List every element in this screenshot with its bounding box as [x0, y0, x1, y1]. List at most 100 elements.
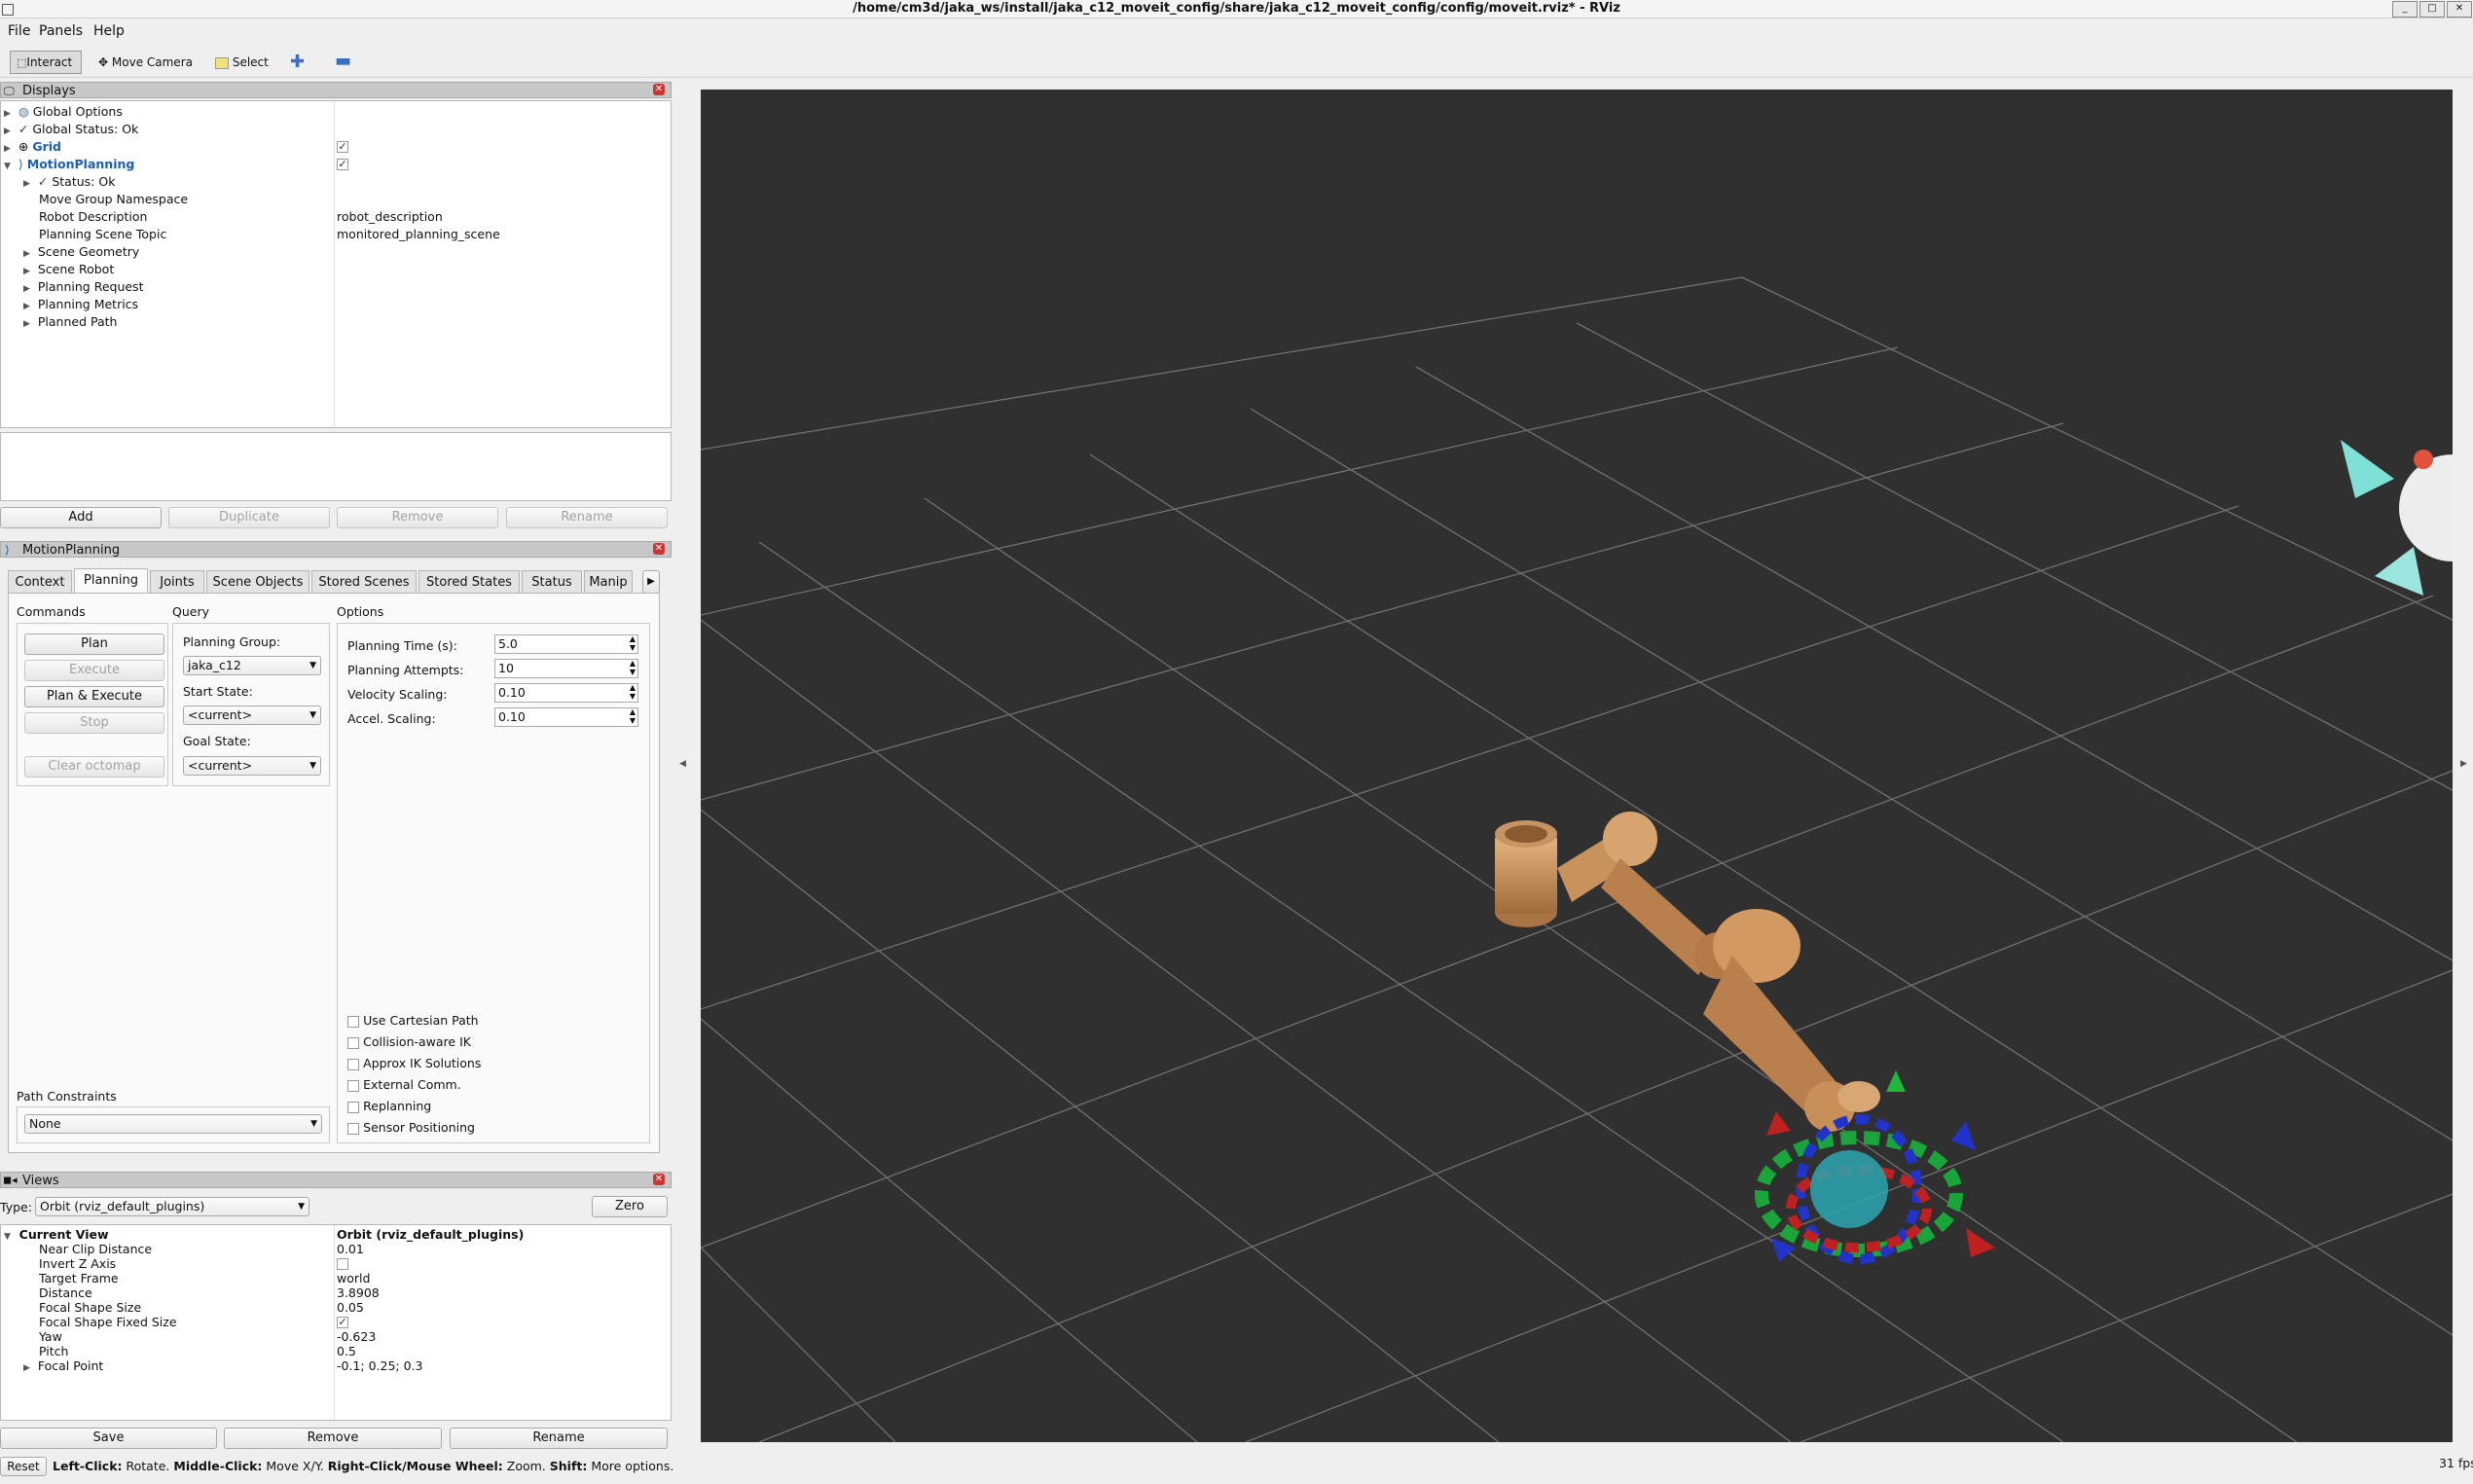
tree-row-global-status[interactable]: ▶ ✓ Global Status: Ok — [4, 121, 138, 138]
expand-arrow-icon[interactable]: ▶ — [23, 267, 30, 276]
scene-svg[interactable] — [700, 90, 2473, 1443]
focal-shape-size-value[interactable]: 0.05 — [337, 1299, 364, 1317]
focal-point-row[interactable]: ▶ Focal Point — [23, 1357, 103, 1375]
tab-joints[interactable]: Joints — [150, 570, 204, 594]
motionplanning-close-icon[interactable]: ✕ — [653, 543, 665, 555]
replanning-checkbox[interactable] — [347, 1101, 359, 1113]
close-window-button[interactable]: ✕ — [2447, 1, 2472, 18]
robot-description-value[interactable]: robot_description — [337, 208, 443, 226]
menu-panels[interactable]: Panels — [39, 23, 83, 39]
move-camera-tool-button[interactable]: ✥ Move Camera — [91, 51, 212, 74]
tree-row-move-group-namespace[interactable]: Move Group Namespace — [39, 191, 188, 208]
expand-arrow-icon[interactable]: ▶ — [23, 1363, 30, 1373]
tree-row-robot-description[interactable]: Robot Description — [39, 208, 147, 226]
tab-manipulation[interactable]: Manip — [584, 570, 633, 594]
expand-arrow-icon[interactable]: ▶ — [23, 302, 30, 311]
tree-row-planning-metrics[interactable]: ▶ Planning Metrics — [23, 296, 138, 313]
focal-shape-fixed-size-checkbox[interactable]: ✓ — [337, 1317, 348, 1328]
grid-enabled-checkbox[interactable]: ✓ — [337, 141, 348, 153]
robot-arm-model[interactable] — [1495, 812, 1880, 1132]
minimize-button[interactable]: _ — [2392, 1, 2418, 18]
collapse-panel-right-icon[interactable]: ▶ — [2460, 759, 2467, 769]
near-clip-distance-value[interactable]: 0.01 — [337, 1241, 364, 1258]
use-cartesian-path-option[interactable]: Use Cartesian Path — [347, 1013, 479, 1029]
planning-scene-topic-value[interactable]: monitored_planning_scene — [337, 226, 500, 243]
planning-group-select[interactable]: jaka_c12 ▼ — [183, 656, 321, 675]
add-tool-icon[interactable]: ✚ — [290, 52, 305, 72]
expand-arrow-icon[interactable]: ▶ — [4, 127, 11, 136]
tree-row-planned-path[interactable]: ▶ Planned Path — [23, 313, 117, 331]
spinner-arrows-icon[interactable]: ▲ ▼ — [630, 634, 636, 652]
sensor-positioning-option[interactable]: Sensor Positioning — [347, 1120, 475, 1136]
spinner-arrows-icon[interactable]: ▲ ▼ — [630, 707, 636, 725]
stop-button[interactable]: Stop — [24, 712, 164, 734]
spinner-arrows-icon[interactable]: ▲ ▼ — [630, 683, 636, 701]
plan-and-execute-button[interactable]: Plan & Execute — [24, 686, 164, 707]
focal-point-value[interactable]: -0.1; 0.25; 0.3 — [337, 1357, 422, 1375]
approx-ik-option[interactable]: Approx IK Solutions — [347, 1056, 481, 1071]
expand-arrow-icon[interactable]: ▶ — [23, 319, 30, 329]
duplicate-display-button[interactable]: Duplicate — [168, 507, 330, 528]
collision-aware-ik-option[interactable]: Collision-aware IK — [347, 1034, 471, 1050]
expand-arrow-icon[interactable]: ▶ — [4, 144, 11, 154]
planning-time-input[interactable]: 5.0 ▲ ▼ — [494, 634, 638, 654]
spinner-arrows-icon[interactable]: ▲ ▼ — [630, 659, 636, 676]
save-view-button[interactable]: Save — [0, 1428, 217, 1449]
invert-z-axis-checkbox[interactable] — [337, 1258, 348, 1270]
use-cartesian-path-checkbox[interactable] — [347, 1015, 359, 1028]
current-view-value[interactable]: Orbit (rviz_default_plugins) — [337, 1226, 524, 1244]
reset-button[interactable]: Reset — [0, 1457, 47, 1476]
approx-ik-checkbox[interactable] — [347, 1058, 359, 1070]
expand-arrow-icon[interactable]: ▶ — [23, 249, 30, 259]
tree-row-planning-request[interactable]: ▶ Planning Request — [23, 278, 143, 296]
tab-stored-states[interactable]: Stored States — [418, 570, 520, 594]
tree-row-status-ok[interactable]: ▶ ✓ Status: Ok — [23, 173, 115, 191]
tab-status[interactable]: Status — [522, 570, 582, 594]
path-constraints-select[interactable]: None ▼ — [24, 1114, 322, 1134]
menu-help[interactable]: Help — [93, 23, 125, 39]
replanning-option[interactable]: Replanning — [347, 1099, 431, 1114]
tab-scene-objects[interactable]: Scene Objects — [206, 570, 309, 594]
tab-context[interactable]: Context — [8, 570, 72, 594]
tab-scroll-right-icon[interactable]: ▶ — [642, 570, 660, 594]
collision-aware-ik-checkbox[interactable] — [347, 1036, 359, 1049]
select-tool-button[interactable]: Select — [208, 51, 286, 74]
zero-view-button[interactable]: Zero — [592, 1196, 668, 1217]
rename-display-button[interactable]: Rename — [506, 507, 668, 528]
tab-stored-scenes[interactable]: Stored Scenes — [311, 570, 417, 594]
collapse-arrow-icon[interactable]: ▼ — [4, 1232, 11, 1242]
clear-octomap-button[interactable]: Clear octomap — [24, 756, 164, 778]
tree-row-global-options[interactable]: ▶ ◍ Global Options — [4, 103, 123, 121]
remove-tool-icon[interactable]: ▬ — [335, 51, 351, 71]
maximize-button[interactable]: □ — [2419, 1, 2445, 18]
tree-row-scene-geometry[interactable]: ▶ Scene Geometry — [23, 243, 139, 261]
tree-row-grid[interactable]: ▶ ⊕ Grid — [4, 138, 61, 156]
external-comm-checkbox[interactable] — [347, 1079, 359, 1092]
execute-button[interactable]: Execute — [24, 660, 164, 681]
rename-view-button[interactable]: Rename — [450, 1428, 668, 1449]
plan-button[interactable]: Plan — [24, 633, 164, 655]
collapse-arrow-icon[interactable]: ▼ — [4, 162, 11, 171]
add-display-button[interactable]: Add — [0, 507, 162, 528]
tree-row-motionplanning[interactable]: ▼ ⟩ MotionPlanning — [4, 156, 134, 173]
collapse-panel-left-icon[interactable]: ◀ — [679, 759, 686, 769]
velocity-scaling-input[interactable]: 0.10 ▲ ▼ — [494, 683, 638, 703]
displays-close-icon[interactable]: ✕ — [653, 84, 665, 95]
accel-scaling-input[interactable]: 0.10 ▲ ▼ — [494, 707, 638, 727]
tree-row-planning-scene-topic[interactable]: Planning Scene Topic — [39, 226, 166, 243]
tree-row-scene-robot[interactable]: ▶ Scene Robot — [23, 261, 114, 278]
views-close-icon[interactable]: ✕ — [653, 1174, 665, 1185]
start-state-select[interactable]: <current> ▼ — [183, 706, 321, 725]
expand-arrow-icon[interactable]: ▶ — [23, 284, 30, 294]
menu-file[interactable]: File — [8, 23, 30, 39]
motionplanning-enabled-checkbox[interactable]: ✓ — [337, 159, 348, 170]
sensor-positioning-checkbox[interactable] — [347, 1122, 359, 1135]
expand-arrow-icon[interactable]: ▶ — [4, 109, 11, 119]
tab-planning[interactable]: Planning — [74, 568, 148, 594]
planning-attempts-input[interactable]: 10 ▲ ▼ — [494, 659, 638, 678]
interact-tool-button[interactable]: ⬚Interact — [10, 51, 82, 74]
view-type-select[interactable]: Orbit (rviz_default_plugins) ▼ — [35, 1197, 309, 1216]
goal-state-select[interactable]: <current> ▼ — [183, 756, 321, 776]
external-comm-option[interactable]: External Comm. — [347, 1077, 461, 1093]
expand-arrow-icon[interactable]: ▶ — [23, 179, 30, 189]
